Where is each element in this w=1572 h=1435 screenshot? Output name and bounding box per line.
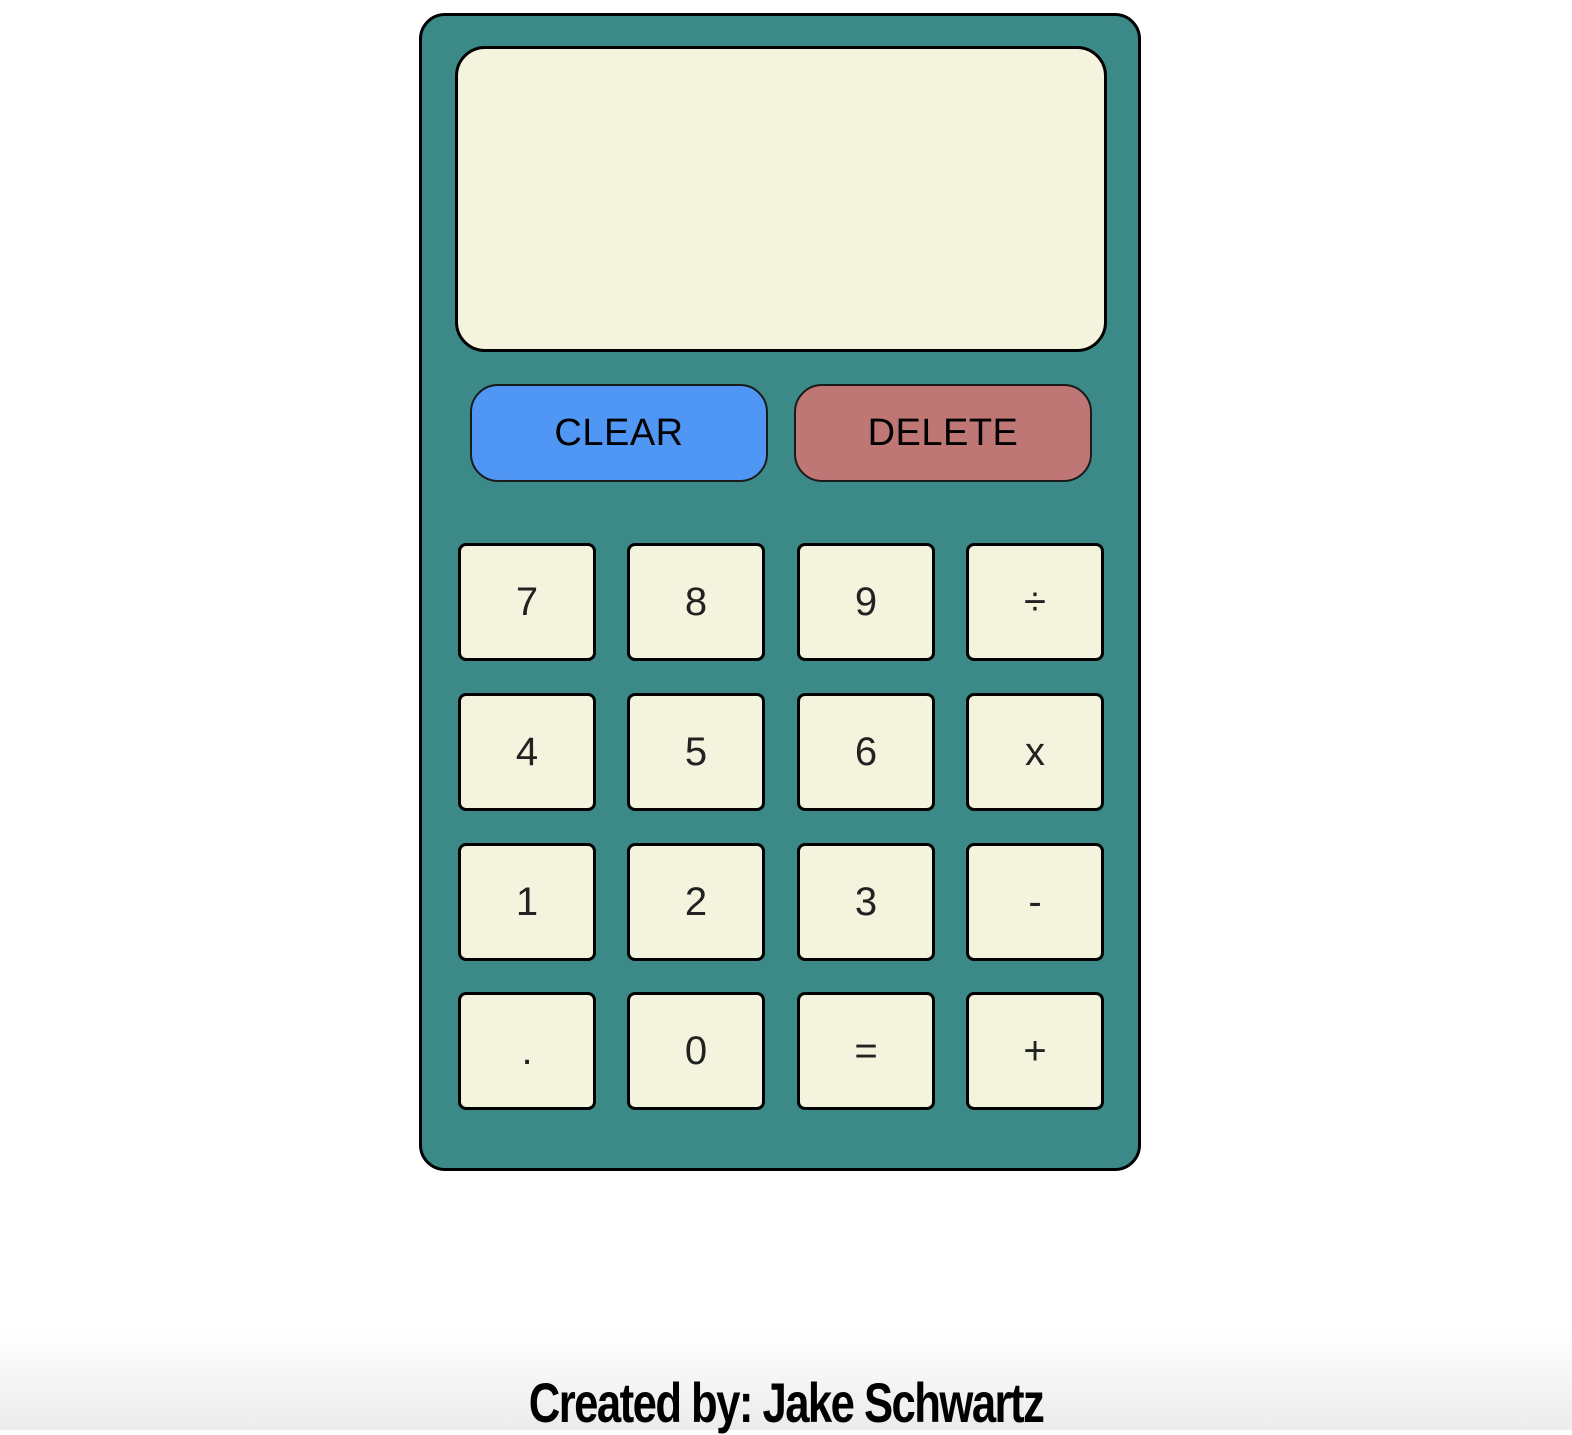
key-3[interactable]: 3 [797, 843, 935, 961]
creator-credit: Created by: Jake Schwartz [528, 1371, 1045, 1434]
key-subtract[interactable]: - [966, 843, 1104, 961]
key-equals[interactable]: = [797, 992, 935, 1110]
clear-button[interactable]: CLEAR [470, 384, 768, 482]
key-divide[interactable]: ÷ [966, 543, 1104, 661]
key-2[interactable]: 2 [627, 843, 765, 961]
key-9[interactable]: 9 [797, 543, 935, 661]
key-1[interactable]: 1 [458, 843, 596, 961]
key-decimal[interactable]: . [458, 992, 596, 1110]
key-7[interactable]: 7 [458, 543, 596, 661]
delete-button[interactable]: DELETE [794, 384, 1092, 482]
key-0[interactable]: 0 [627, 992, 765, 1110]
key-8[interactable]: 8 [627, 543, 765, 661]
key-5[interactable]: 5 [627, 693, 765, 811]
key-add[interactable]: + [966, 992, 1104, 1110]
key-4[interactable]: 4 [458, 693, 596, 811]
key-multiply[interactable]: x [966, 693, 1104, 811]
calculator-display [455, 46, 1107, 352]
key-6[interactable]: 6 [797, 693, 935, 811]
